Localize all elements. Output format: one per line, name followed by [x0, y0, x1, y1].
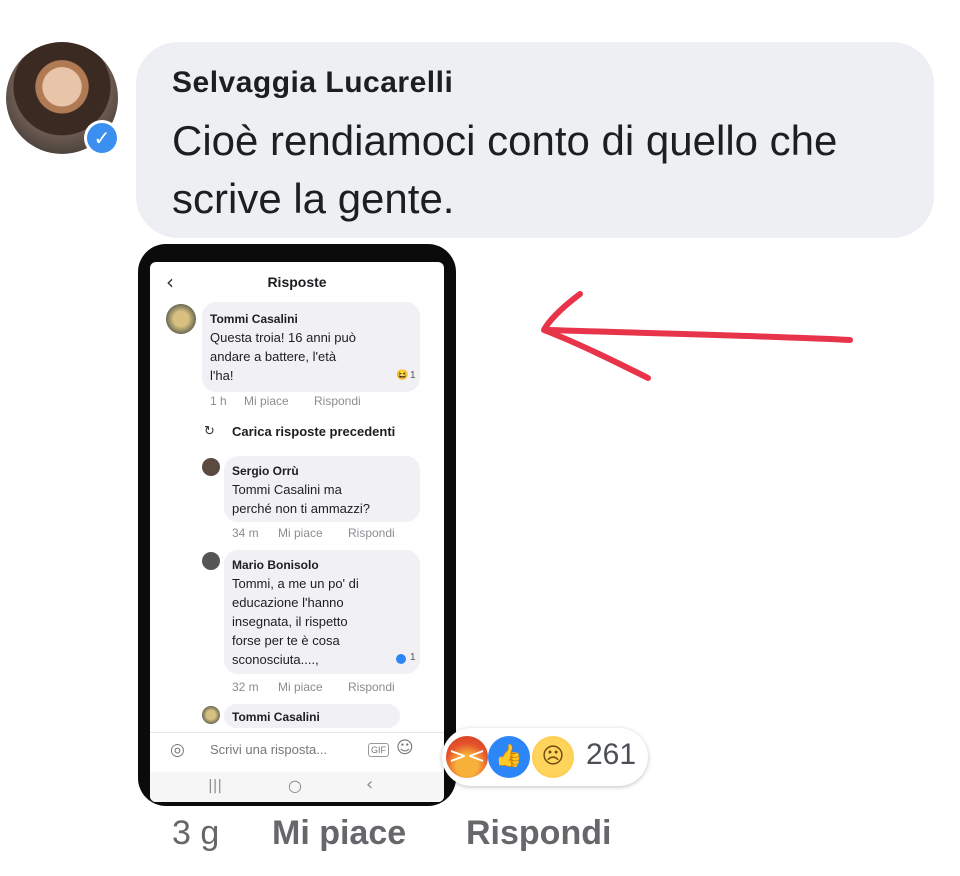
verified-badge-icon: ✓	[84, 120, 120, 156]
reply-time: 1 h	[210, 394, 227, 408]
avatar	[202, 458, 220, 476]
reply-author: Tommi Casalini	[232, 710, 320, 724]
like-button[interactable]: Mi piace	[272, 814, 406, 853]
reply-time: 32 m	[232, 680, 259, 694]
comment-time[interactable]: 3 g	[172, 814, 219, 853]
reply-line: perché non ti ammazzi?	[232, 501, 371, 516]
reply-reply: Rispondi	[348, 526, 395, 540]
reply-line: educazione l'hanno	[232, 595, 344, 610]
reaction-count: 1	[410, 652, 416, 663]
haha-reaction-icon: 😆	[396, 370, 409, 381]
angry-icon: ><	[446, 736, 488, 778]
reply-line: Tommi Casalini ma	[232, 482, 342, 497]
like-icon: 👍	[488, 736, 530, 778]
load-previous: Carica risposte precedenti	[232, 424, 396, 439]
reply-line: sconosciuta....,	[232, 652, 319, 667]
reply-line: l'ha!	[210, 368, 234, 383]
reply-button[interactable]: Rispondi	[466, 814, 611, 853]
avatar	[202, 706, 220, 724]
screenshot-header-title: Risposte	[267, 274, 327, 290]
comment-author[interactable]: Selvaggia Lucarelli	[172, 66, 453, 100]
back-nav-icon: ‹	[366, 774, 374, 795]
emoji-icon: ☺	[396, 738, 414, 758]
reply-time: 34 m	[232, 526, 259, 540]
screenshot-screen: ‹ Risposte Tommi Casalini Questa troia! …	[150, 262, 444, 802]
like-reaction-icon	[396, 654, 406, 664]
avatar	[166, 304, 196, 334]
reply-line: Questa troia! 16 anni può	[210, 330, 356, 345]
reply-input: Scrivi una risposta...	[210, 742, 328, 757]
reaction-count: 1	[410, 370, 416, 381]
reactions-summary[interactable]: >< 👍 ☹ 261	[442, 728, 648, 786]
annotation-arrow-icon	[541, 291, 853, 381]
avatar	[202, 552, 220, 570]
sad-icon: ☹	[532, 736, 574, 778]
home-icon: ○	[288, 776, 302, 795]
reply-author: Sergio Orrù	[232, 464, 299, 478]
refresh-icon: ↻	[204, 424, 215, 439]
reply-like: Mi piace	[278, 526, 323, 540]
reply-reply: Rispondi	[348, 680, 395, 694]
camera-icon: ◎	[170, 740, 185, 760]
reply-author: Mario Bonisolo	[232, 558, 319, 572]
reply-line: insegnata, il rispetto	[232, 614, 348, 629]
gif-icon: GIF	[368, 743, 389, 757]
reply-line: forse per te è cosa	[232, 633, 340, 648]
reply-line: Tommi, a me un po' di	[232, 576, 359, 591]
reply-like: Mi piace	[278, 680, 323, 694]
reply-line: andare a battere, l'età	[210, 349, 337, 364]
reply-reply: Rispondi	[314, 394, 361, 408]
reply-like: Mi piace	[244, 394, 289, 408]
comment-text: Cioè rendiamoci conto di quello che scri…	[172, 117, 838, 222]
reply-author: Tommi Casalini	[210, 312, 298, 326]
reaction-count: 261	[586, 738, 637, 771]
divider	[150, 732, 444, 733]
recents-icon: |||	[208, 778, 223, 794]
